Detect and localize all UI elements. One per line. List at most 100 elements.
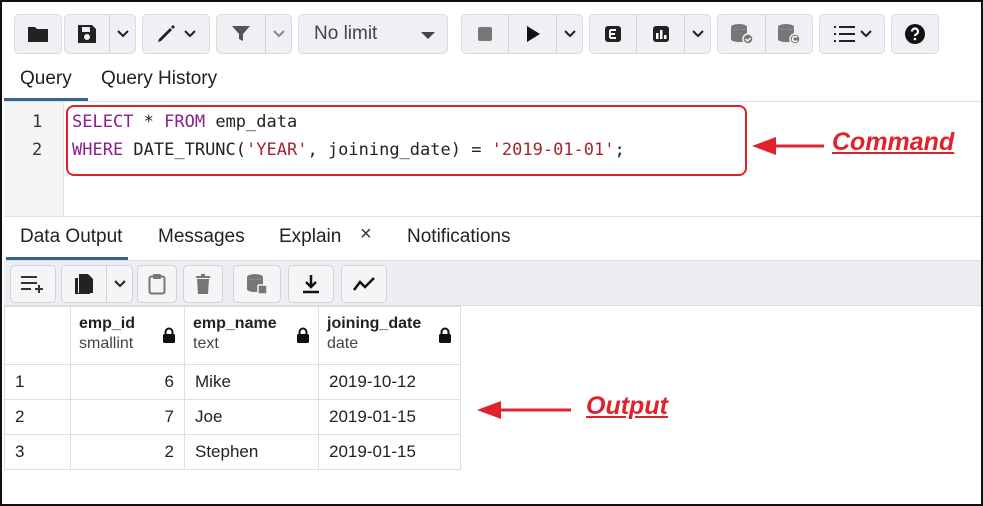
paste-button[interactable]	[137, 265, 177, 303]
row-limit-value: No limit	[314, 23, 378, 44]
column-header-joining-date[interactable]: joining_date date	[318, 306, 461, 365]
filter-options-dropdown[interactable]	[265, 15, 291, 53]
row-number-header[interactable]	[4, 306, 71, 365]
output-toolbar	[4, 260, 981, 306]
cell-joining-date[interactable]: 2019-10-12	[318, 364, 461, 400]
copy-button-group[interactable]	[61, 265, 133, 303]
download-icon	[303, 275, 319, 294]
command-annotation: Command	[832, 128, 955, 156]
delete-button[interactable]	[183, 265, 223, 303]
tab-messages[interactable]: Messages	[158, 226, 245, 248]
execute-options-dropdown[interactable]	[556, 15, 582, 53]
cell-joining-date[interactable]: 2019-01-15	[318, 434, 461, 470]
row-number[interactable]: 1	[4, 364, 71, 400]
trash-icon	[196, 274, 210, 294]
commit-button[interactable]	[718, 15, 765, 53]
stop-icon	[478, 27, 492, 41]
explain-button[interactable]	[590, 15, 636, 53]
cell-emp-id[interactable]: 6	[70, 364, 185, 400]
save-button-group[interactable]	[64, 14, 136, 54]
cell-joining-date[interactable]: 2019-01-15	[318, 399, 461, 435]
row-number[interactable]: 3	[4, 434, 71, 470]
column-type: date	[327, 335, 359, 352]
copy-options-dropdown[interactable]	[106, 266, 132, 302]
cell-emp-name[interactable]: Stephen	[184, 434, 319, 470]
table-row[interactable]: 2 7 Joe 2019-01-15	[4, 399, 461, 435]
explain-options-dropdown[interactable]	[684, 15, 710, 53]
results-grid: emp_id smallint emp_name text joining_da…	[4, 306, 461, 470]
cell-emp-id[interactable]: 2	[70, 434, 185, 470]
cell-emp-id[interactable]: 7	[70, 399, 185, 435]
column-name: emp_id	[79, 315, 136, 332]
save-data-button[interactable]	[233, 265, 281, 303]
database-rollback-icon	[778, 24, 801, 45]
macros-button[interactable]	[819, 14, 885, 54]
line-number: 1	[32, 112, 43, 132]
tab-notifications[interactable]: Notifications	[407, 226, 511, 248]
list-icon	[833, 26, 855, 42]
bar-chart-icon	[652, 26, 669, 42]
add-row-button[interactable]	[10, 265, 56, 303]
cell-emp-name[interactable]: Joe	[184, 399, 319, 435]
folder-icon	[28, 27, 48, 42]
copy-icon	[75, 274, 93, 294]
explain-icon	[605, 26, 621, 42]
chevron-down-icon	[113, 280, 126, 288]
rollback-button[interactable]	[765, 15, 812, 53]
lock-icon	[439, 327, 451, 343]
line-chart-icon	[353, 277, 375, 291]
column-name: joining_date	[327, 315, 422, 332]
column-name: emp_name	[193, 315, 277, 332]
graph-visualiser-button[interactable]	[341, 265, 387, 303]
row-number[interactable]: 2	[4, 399, 71, 435]
chevron-down-icon	[184, 30, 196, 38]
copy-button[interactable]	[62, 266, 106, 302]
transaction-button-group[interactable]	[717, 14, 813, 54]
play-icon	[526, 26, 540, 42]
caret-down-icon	[421, 32, 435, 39]
filter-button-group[interactable]	[216, 14, 292, 54]
line-number: 2	[32, 140, 43, 160]
edit-button-group[interactable]	[142, 14, 210, 54]
lock-icon	[297, 327, 309, 343]
app-frame: No limit Query Query History 1 2 SELECT …	[0, 0, 983, 506]
close-explain-tab-icon[interactable]: ×	[360, 223, 372, 246]
chevron-down-icon	[116, 30, 129, 38]
lock-icon	[163, 327, 175, 343]
save-options-dropdown[interactable]	[109, 15, 135, 53]
stop-button[interactable]	[462, 15, 508, 53]
row-limit-select[interactable]: No limit	[298, 14, 448, 54]
output-tabs: Data Output Messages Explain × Notificat…	[4, 216, 981, 262]
tab-query[interactable]: Query	[20, 68, 72, 90]
column-type: text	[193, 335, 219, 352]
tab-explain[interactable]: Explain	[279, 226, 341, 248]
execution-button-group[interactable]	[461, 14, 583, 54]
explain-button-group[interactable]	[589, 14, 711, 54]
download-button[interactable]	[288, 265, 334, 303]
chevron-down-icon	[272, 30, 285, 38]
table-row[interactable]: 3 2 Stephen 2019-01-15	[4, 434, 461, 470]
output-annotation: Output	[586, 392, 668, 420]
open-file-button[interactable]	[14, 14, 62, 54]
cell-emp-name[interactable]: Mike	[184, 364, 319, 400]
tab-query-history[interactable]: Query History	[101, 68, 217, 90]
table-row[interactable]: 1 6 Mike 2019-10-12	[4, 364, 461, 400]
command-highlight-box	[66, 105, 747, 176]
chevron-down-icon	[691, 30, 704, 38]
chevron-down-icon	[563, 30, 576, 38]
tab-active-indicator	[4, 98, 88, 101]
question-icon	[905, 24, 925, 44]
explain-analyze-button[interactable]	[636, 15, 684, 53]
help-button[interactable]	[891, 14, 939, 54]
save-icon	[78, 25, 96, 43]
column-header-emp-name[interactable]: emp_name text	[184, 306, 319, 365]
add-row-icon	[21, 276, 43, 293]
execute-button[interactable]	[508, 15, 556, 53]
database-save-icon	[247, 274, 268, 295]
main-toolbar: No limit	[4, 4, 981, 58]
filter-icon	[232, 26, 250, 41]
pencil-icon	[158, 25, 175, 42]
column-header-emp-id[interactable]: emp_id smallint	[70, 306, 185, 365]
line-number-gutter: 1 2	[4, 102, 64, 216]
tab-data-output[interactable]: Data Output	[20, 226, 122, 248]
